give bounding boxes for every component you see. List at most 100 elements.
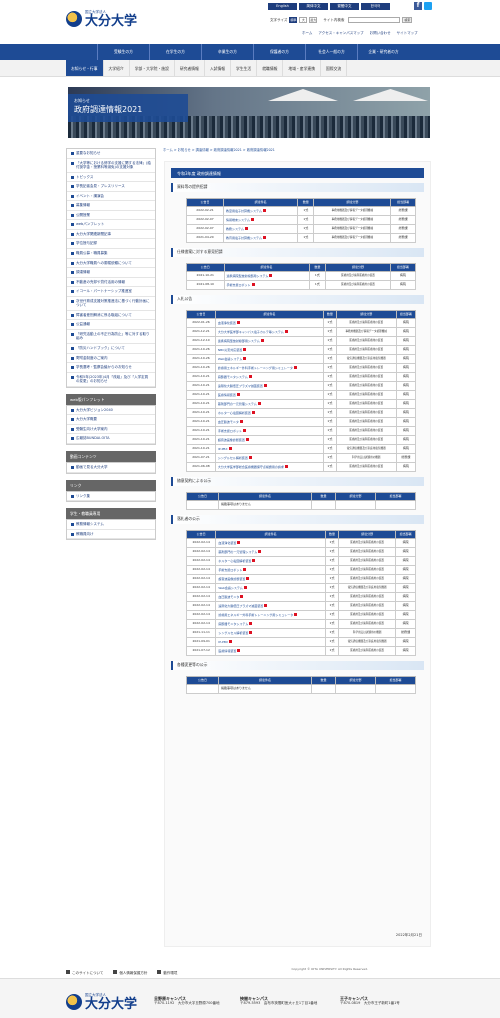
twitter-icon[interactable] — [424, 2, 432, 10]
text-size-large[interactable]: 大 — [299, 17, 308, 23]
text-size-largest[interactable]: 最大 — [309, 17, 318, 23]
sidebar-item[interactable]: 公益通報 — [67, 320, 155, 330]
breadcrumb[interactable]: ホーム > お知らせ > 調達情報 > 政府調達情報2021 > 政府調達情報2… — [163, 148, 275, 152]
util-contact[interactable]: お問い合わせ — [370, 31, 391, 36]
table-cell[interactable]: 超音波画像診断装置 — [215, 574, 327, 584]
table-cell[interactable]: 薬剤部門の一元管理システム — [215, 547, 327, 557]
gnav-public[interactable]: 社会人一般の方 — [305, 44, 357, 60]
snav-item[interactable]: お知らせ・行事 — [66, 60, 104, 76]
table-cell[interactable]: 麻酔器モニタシステム — [214, 372, 325, 382]
table-cell[interactable]: 遠隔化大腸低圧プラズマ滅菌装置 — [215, 601, 327, 611]
sidebar-item[interactable]: トピックス — [67, 173, 155, 183]
sidebar-item[interactable]: イコール・パートナーシップ推進室 — [67, 287, 155, 297]
table-cell[interactable]: 血圧脈波モニタ — [214, 417, 325, 427]
table-cell[interactable]: ホルター心電図解析装置 — [214, 408, 325, 418]
sidebar-item[interactable]: 調達情報 — [67, 268, 155, 278]
table-cell[interactable]: 医療情報装置 — [214, 390, 325, 400]
table-cell[interactable]: Web会議システム — [215, 583, 327, 593]
sidebar-staff-item[interactable]: 教職員向け — [67, 530, 155, 540]
footer-about-link[interactable]: このサイトについて — [66, 970, 103, 976]
table-cell[interactable]: 情報端末システム — [223, 215, 299, 225]
gnav-alumni[interactable]: 卒業生の方 — [201, 44, 253, 60]
sidebar-item[interactable]: 学長記者会見・プレスリリース — [67, 182, 155, 192]
table-cell[interactable]: 診療用エネルギー外科手術トレーニング用シミュレータ — [215, 610, 327, 620]
lang-simplified-chinese[interactable]: 简体中文 — [299, 3, 328, 10]
snav-item[interactable]: 地域・産学連携 — [283, 60, 321, 76]
table-cell[interactable]: 血液浄化装置 — [214, 318, 325, 328]
lang-english[interactable]: English — [268, 3, 297, 10]
sidebar-item[interactable]: 「研究活動上の不正行為防止」等に対する取り組み — [67, 330, 155, 345]
util-access[interactable]: アクセス・キャンパスマップ — [318, 31, 363, 36]
sidebar-item[interactable]: 学位授与記録 — [67, 239, 155, 250]
gnav-parents[interactable]: 保護者の方 — [253, 44, 305, 60]
sidebar-pamphlet-item[interactable]: 受験生向け大学案内 — [67, 425, 155, 435]
table-cell[interactable]: 医療情報装置 — [215, 646, 327, 656]
util-sitemap[interactable]: サイトマップ — [397, 31, 418, 36]
table-cell[interactable]: Web会議システム — [214, 354, 325, 364]
facebook-icon[interactable]: f — [414, 2, 422, 10]
search-button[interactable]: 検索 — [402, 17, 413, 23]
sidebar-item[interactable]: 令和5年(2023年)4月「改組」及び「入学定員の変更」のお知らせ — [67, 373, 155, 387]
gnav-applicants[interactable]: 受験生の方 — [97, 44, 149, 60]
table-cell[interactable]: 遠隔化大腸低圧プラズマ滅菌装置 — [214, 381, 325, 391]
search-input[interactable] — [348, 17, 401, 23]
table-cell[interactable]: 大分大学医学部キャンパス電子カルテ等システム — [214, 327, 325, 337]
table-cell[interactable]: シングルセル解析装置 — [215, 628, 327, 638]
table-cell[interactable]: 教育用電子計算機システム — [223, 233, 299, 243]
sidebar-item[interactable]: イベント・講演会 — [67, 192, 155, 202]
university-logo[interactable]: 国立大学法人 大分大学 — [66, 10, 137, 28]
snav-item[interactable]: 研究者情報 — [175, 60, 205, 76]
sidebar-video-item[interactable]: 動画で見る大分大学 — [67, 463, 155, 473]
table-cell[interactable]: IP-PBX — [214, 444, 325, 454]
table-cell[interactable]: 薬剤部門の一元管理システム — [214, 399, 325, 409]
footer-logo[interactable]: 国立大学法人 大分大学 — [66, 993, 137, 1011]
table-cell[interactable]: 麻酔器モニタシステム — [215, 619, 327, 629]
snav-item[interactable]: 国際交流 — [321, 60, 348, 76]
sidebar-item[interactable]: 「防災ハンドブック」について — [67, 344, 155, 354]
footer-privacy-link[interactable]: 個人情報保護方針 — [113, 970, 147, 976]
snav-item[interactable]: 就職情報 — [257, 60, 284, 76]
sidebar-staff-item[interactable]: 教務情報システム — [67, 520, 155, 530]
sidebar-item[interactable]: 募集情報 — [67, 201, 155, 211]
table-cell[interactable]: 手術支援ロボット — [223, 280, 310, 290]
gnav-business[interactable]: 企業・研究者の方 — [357, 44, 409, 60]
sidebar-item[interactable]: 障害者差別解消に係る取組について — [67, 311, 155, 321]
snav-item[interactable]: 入試情報 — [205, 60, 232, 76]
snav-item[interactable]: 学生生活 — [231, 60, 258, 76]
util-home[interactable]: ホーム — [302, 31, 312, 36]
sidebar-item[interactable]: 重要なお知らせ — [67, 149, 155, 159]
sidebar-link-item[interactable]: リンク集 — [67, 492, 155, 502]
sidebar-item[interactable]: 職員公募・職員募集 — [67, 249, 155, 259]
table-cell[interactable]: 超音波画像診断装置 — [214, 435, 325, 445]
table-cell[interactable]: 手術支援ロボット — [215, 565, 327, 575]
table-cell[interactable]: 血圧脈波モニタ — [215, 592, 327, 602]
gnav-students[interactable]: 在学生の方 — [149, 44, 201, 60]
lang-korean[interactable]: 한국어 — [361, 3, 390, 10]
sidebar-item[interactable]: 次世代育成支援対策推進法に基づく行動計画について — [67, 297, 155, 311]
sidebar-item[interactable]: webパンフレット — [67, 220, 155, 230]
sidebar-item[interactable]: 「大学等における修学の支援に関する法律」(給付奨学金・授業料等減免)の支援対象 — [67, 159, 155, 173]
text-size-normal[interactable]: 標準 — [289, 17, 298, 23]
sidebar-pamphlet-item[interactable]: 大分大学概要 — [67, 415, 155, 425]
snav-item[interactable]: 大学紹介 — [104, 60, 130, 76]
table-cell[interactable]: シングルセル解析装置 — [214, 453, 325, 463]
table-cell[interactable]: IP-PBX — [215, 637, 327, 647]
table-cell[interactable]: 血液浄化装置 — [215, 538, 327, 548]
sidebar-item[interactable]: 大分大学関連新聞記事 — [67, 230, 155, 240]
table-cell[interactable]: 手術支援ロボット — [214, 426, 325, 436]
sidebar-item[interactable]: 寄附金制度のご案内 — [67, 354, 155, 364]
table-cell[interactable]: 連携病院型放射線部用システム — [214, 336, 325, 346]
table-cell[interactable]: NBC災害対応装置 — [214, 345, 325, 355]
sidebar-item[interactable]: 不動産の売却や貸付活用の情報 — [67, 278, 155, 288]
table-cell[interactable]: 大分大学医学部総合医療機器保守点検費用の請求 — [214, 462, 325, 472]
table-cell[interactable]: 教室用電子計算機システム — [223, 206, 299, 216]
table-cell[interactable]: 診療用エネルギー外科手術トレーニング用シミュレータ — [214, 363, 325, 373]
sidebar-pamphlet-item[interactable]: 大分大学ビジョン2040 — [67, 406, 155, 416]
lang-traditional-chinese[interactable]: 繁體中文 — [330, 3, 359, 10]
sidebar-pamphlet-item[interactable]: 広報誌BUNDAI-OITA — [67, 434, 155, 444]
sidebar-item[interactable]: 大分大学職員への委嘱依頼について — [67, 259, 155, 269]
snav-item[interactable]: 学部・大学院・施設 — [130, 60, 175, 76]
footer-env-link[interactable]: 動作環境 — [157, 970, 177, 976]
sidebar-item[interactable]: 学長選考・監察会議からのお知らせ — [67, 363, 155, 373]
table-cell[interactable]: 連携病院型放射線部用システム — [223, 271, 310, 281]
